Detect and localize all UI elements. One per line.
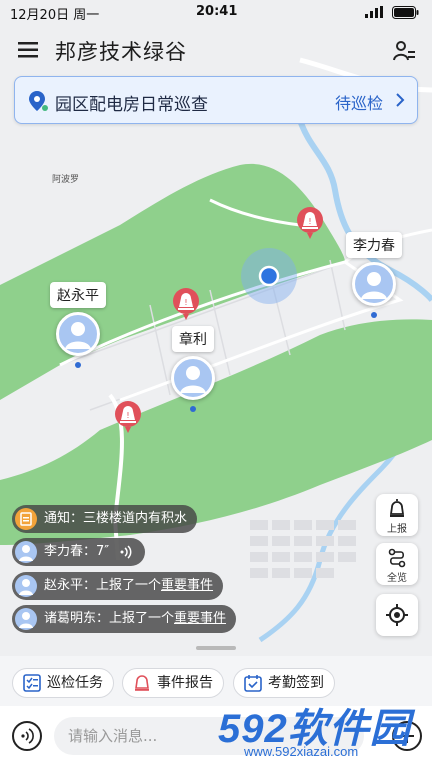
page-title: 邦彦技术绿谷 [55, 40, 187, 64]
voice-message-chip[interactable]: 李力春：7″ [12, 538, 146, 566]
notification-text: 赵永平：上报了一个 [44, 578, 162, 593]
overview-label: 全览 [387, 573, 407, 584]
poi-label: 阿波罗 [52, 175, 80, 185]
person-location-dot [75, 362, 81, 368]
person-marker[interactable]: 章利 [168, 326, 218, 416]
overview-button[interactable]: 全览 [376, 543, 418, 585]
person-name: 章利 [172, 326, 214, 352]
report-button[interactable]: 上报 [376, 494, 418, 536]
signal-icon [365, 6, 383, 18]
alarm-bell-icon [389, 499, 405, 517]
svg-text:!: ! [184, 298, 187, 307]
event-report-chip[interactable]: 诸葛明东：上报了一个重要事件 [12, 605, 237, 633]
event-report-chip[interactable]: 赵永平：上报了一个重要事件 [12, 572, 224, 600]
person-marker[interactable]: 赵永平 [50, 282, 106, 372]
checklist-icon [23, 674, 41, 692]
alarm-icon: ! [173, 288, 199, 320]
drawer-handle[interactable] [196, 646, 236, 650]
patrol-task-label: 巡检任务 [47, 675, 103, 691]
status-bar: 12月20日 周一 20:41 [0, 0, 432, 26]
user-avatar-icon [65, 322, 91, 349]
person-marker[interactable]: 李力春 [346, 232, 402, 322]
person-name: 李力春 [346, 232, 402, 258]
watermark: 592软件园 www.592xiazai.com [212, 690, 432, 768]
voice-wave-icon [120, 544, 132, 559]
user-avatar-icon [15, 608, 37, 630]
status-date: 12月20日 周一 [10, 8, 100, 23]
alarm-marker[interactable]: ! [296, 206, 324, 240]
user-avatar-icon [15, 541, 37, 563]
user-avatar-icon [361, 272, 387, 299]
watermark-url: www.592xiazai.com [244, 744, 359, 759]
route-icon [388, 548, 406, 568]
user-list-icon[interactable] [392, 39, 416, 63]
event-link[interactable]: 重要事件 [174, 611, 226, 626]
locate-button[interactable] [376, 594, 418, 636]
notification-text: 李力春：7″ [44, 544, 110, 559]
app-header: 邦彦技术绿谷 [0, 32, 432, 68]
svg-text:!: ! [308, 217, 311, 226]
user-avatar-icon [180, 366, 206, 393]
avatar [352, 262, 396, 306]
patrol-task-button[interactable]: 巡检任务 [12, 668, 114, 698]
locate-crosshair-icon [386, 604, 408, 626]
notification-chip[interactable]: 通知：三楼楼道内有积水 [12, 505, 198, 533]
notification-text: 通知：三楼楼道内有积水 [44, 511, 188, 526]
avatar [56, 312, 100, 356]
status-time: 20:41 [196, 4, 238, 19]
person-location-dot [371, 312, 377, 318]
user-avatar-icon [15, 575, 37, 597]
alarm-icon: ! [115, 401, 141, 433]
alarm-marker[interactable]: ! [172, 287, 200, 321]
attendance-label: 考勤签到 [268, 675, 324, 691]
event-link[interactable]: 重要事件 [161, 578, 213, 593]
voice-wave-icon [21, 728, 34, 744]
alarm-icon: ! [297, 207, 323, 239]
battery-icon [392, 6, 419, 19]
chevron-right-icon [396, 93, 405, 107]
event-report-button[interactable]: 事件报告 [122, 668, 224, 698]
notice-icon [15, 508, 37, 530]
event-report-label: 事件报告 [157, 675, 213, 691]
task-status: 待巡检 [334, 94, 383, 113]
alarm-marker[interactable]: ! [114, 400, 142, 434]
voice-input-button[interactable] [12, 721, 42, 751]
avatar [171, 356, 215, 400]
task-banner[interactable]: 园区配电房日常巡查 待巡检 [14, 76, 418, 124]
task-title: 园区配电房日常巡查 [55, 95, 208, 115]
alarm-bell-icon [135, 675, 149, 691]
report-label: 上报 [387, 524, 407, 535]
person-name: 赵永平 [50, 282, 106, 308]
person-location-dot [190, 406, 196, 412]
menu-icon[interactable] [18, 40, 40, 60]
notification-text: 诸葛明东：上报了一个 [44, 611, 175, 626]
svg-text:!: ! [126, 411, 129, 420]
location-pin-icon [29, 91, 48, 111]
